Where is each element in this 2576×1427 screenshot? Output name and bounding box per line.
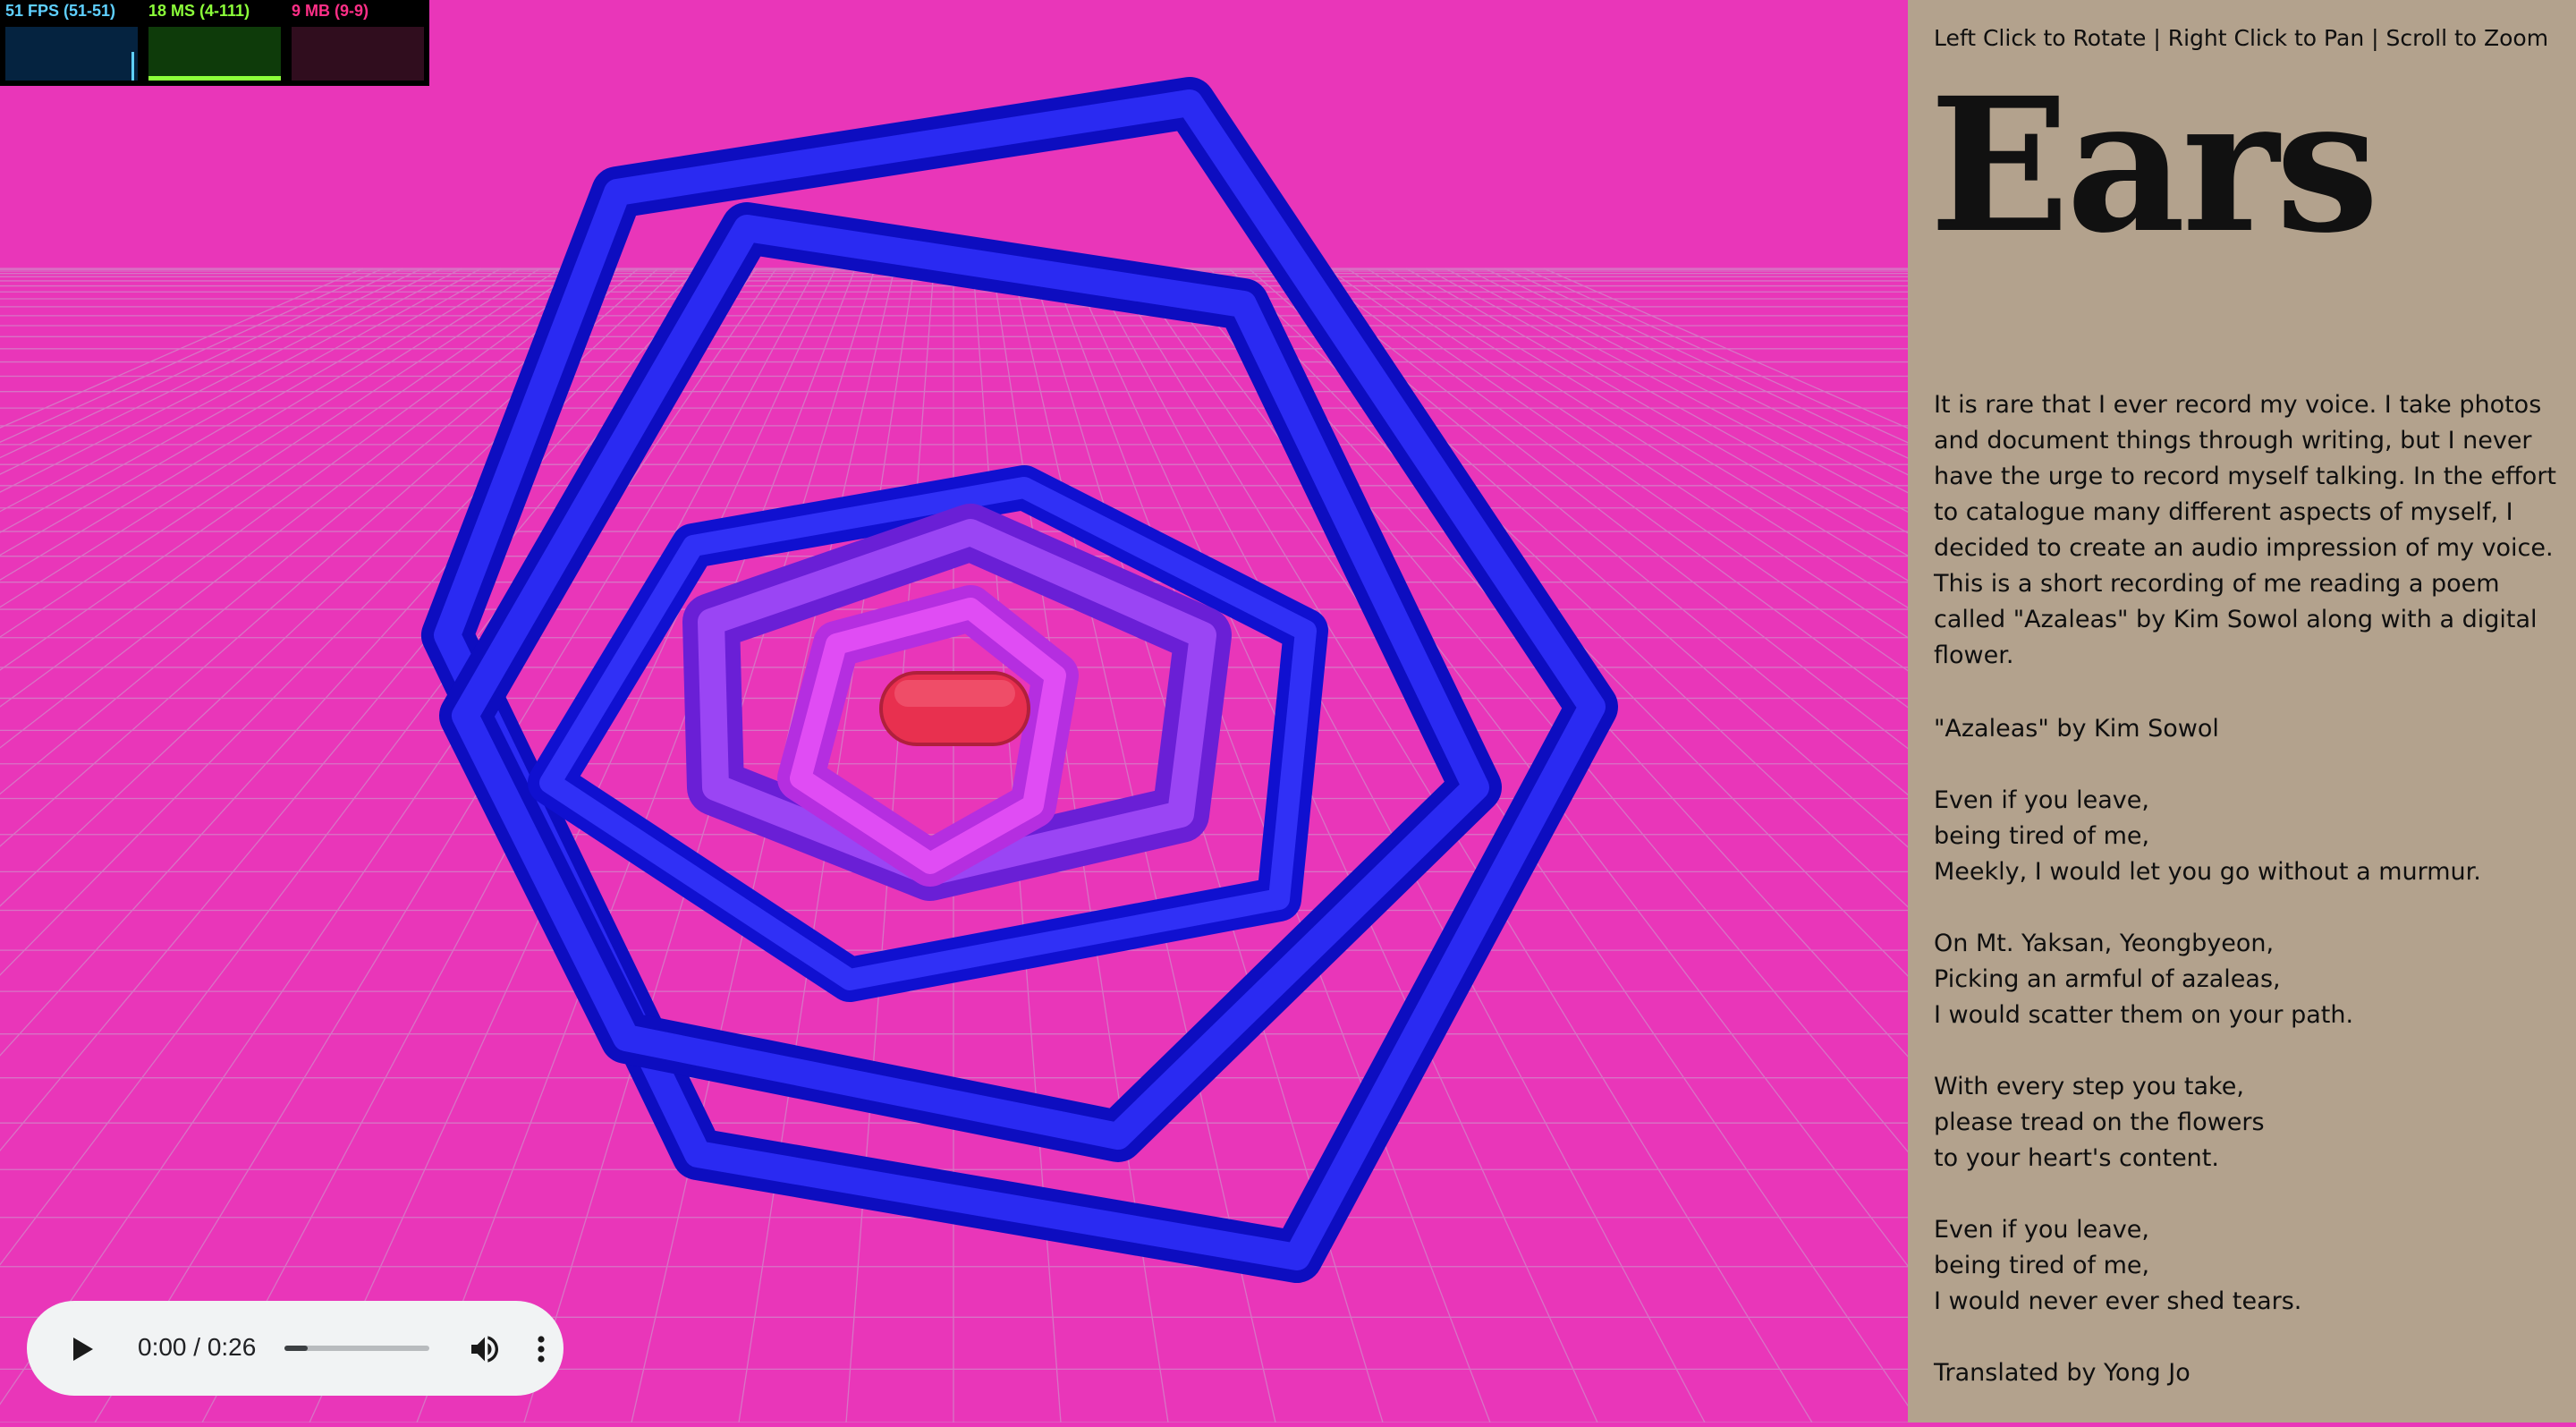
poem: "Azaleas" by Kim Sowol Even if you leave…: [1934, 711, 2560, 1427]
mb-graph: [292, 27, 424, 81]
stanza: On Mt. Yaksan, Yeongbyeon, Picking an ar…: [1934, 926, 2560, 1033]
scene-graphic: [0, 77, 1908, 1423]
ms-label: 18 MS (4-111): [148, 2, 250, 20]
audio-player: 0:00 / 0:26: [27, 1301, 564, 1396]
poem-line: I would never ever shed tears.: [1934, 1287, 2302, 1315]
stanza: With every step you take, please tread o…: [1934, 1069, 2560, 1176]
ms-panel[interactable]: 18 MS (4-111): [143, 0, 286, 86]
more-vert-icon: [538, 1336, 545, 1363]
poem-line: I would scatter them on your path.: [1934, 1001, 2354, 1029]
fps-panel[interactable]: 51 FPS (51-51): [0, 0, 143, 86]
fps-label: 51 FPS (51-51): [5, 2, 116, 20]
progress-fill: [284, 1346, 308, 1351]
translator-credit: Translated by Yong Jo: [1934, 1359, 2190, 1387]
poem-line: Even if you leave,: [1934, 1216, 2149, 1244]
more-options-button[interactable]: [528, 1331, 555, 1367]
poem-line: Even if you leave,: [1934, 786, 2149, 814]
performance-stats[interactable]: 51 FPS (51-51) 18 MS (4-111) 9 MB (9-9): [0, 0, 429, 86]
volume-button[interactable]: [467, 1331, 503, 1367]
progress-slider[interactable]: [284, 1346, 429, 1351]
3d-scene-canvas[interactable]: [0, 0, 1908, 1423]
poem-line: Picking an armful of azaleas,: [1934, 965, 2281, 993]
stanza: Even if you leave, being tired of me, Me…: [1934, 783, 2560, 890]
play-button[interactable]: [63, 1329, 100, 1367]
poem-line: being tired of me,: [1934, 1252, 2150, 1279]
intro-paragraph: It is rare that I ever record my voice. …: [1934, 391, 2557, 669]
volume-icon: [471, 1336, 498, 1363]
poem-line: to your heart's content.: [1934, 1144, 2219, 1172]
info-panel: Left Click to Rotate | Right Click to Pa…: [1908, 0, 2576, 1423]
poem-line: being tired of me,: [1934, 822, 2150, 850]
page-title: Ears: [1929, 57, 2379, 274]
controls-hint: Left Click to Rotate | Right Click to Pa…: [1934, 25, 2549, 51]
ms-graph: [148, 27, 281, 81]
poem-line: please tread on the flowers: [1934, 1108, 2265, 1136]
mb-label: 9 MB (9-9): [292, 2, 369, 20]
poem-line: On Mt. Yaksan, Yeongbyeon,: [1934, 930, 2275, 957]
stanza: Even if you leave, being tired of me, I …: [1934, 1212, 2560, 1320]
mb-panel[interactable]: 9 MB (9-9): [286, 0, 429, 86]
poem-heading: "Azaleas" by Kim Sowol: [1934, 715, 2219, 743]
poem-line: Meekly, I would let you go without a mur…: [1934, 858, 2481, 886]
time-display: 0:00 / 0:26: [138, 1333, 257, 1361]
fps-graph: [5, 27, 138, 81]
poem-line: With every step you take,: [1934, 1073, 2244, 1100]
